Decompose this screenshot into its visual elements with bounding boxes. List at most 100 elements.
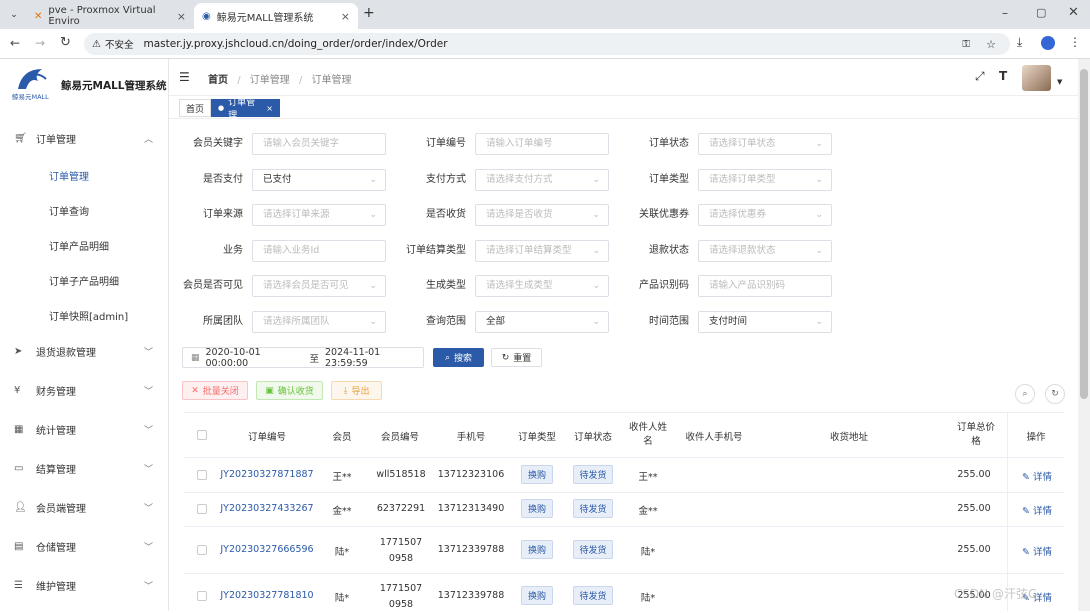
gen-type-select[interactable]: 请选择生成类型 ⌄ xyxy=(475,275,609,297)
tag-home[interactable]: 首页 xyxy=(179,99,212,117)
order-status-badge: 待发货 xyxy=(573,499,613,518)
detail-button[interactable]: ✎ 详情 xyxy=(1017,544,1057,558)
tab-search-button[interactable]: ⌄ xyxy=(6,7,22,23)
reload-icon[interactable]: ↻ xyxy=(60,35,71,50)
order-source-select[interactable]: 请选择订单来源 ⌄ xyxy=(252,204,386,226)
member-cell: 王** xyxy=(332,472,352,483)
browser-tab-pve[interactable]: ✕ pve - Proxmox Virtual Enviro × xyxy=(26,3,194,29)
settlement-type-select[interactable]: 请选择订单结算类型 ⌄ xyxy=(475,240,609,262)
sidebar-item-warehouse[interactable]: ▤ 仓储管理 ﹀ xyxy=(0,527,168,566)
minimize-button[interactable]: – xyxy=(1002,6,1008,20)
close-icon[interactable]: × xyxy=(341,10,350,23)
filter-label: 是否收货 xyxy=(426,209,466,220)
table-row-divider xyxy=(184,526,1064,527)
order-no-link[interactable]: JY20230327666596 xyxy=(217,544,317,555)
new-tab-button[interactable]: + xyxy=(363,5,375,21)
order-type-select[interactable]: 请选择订单类型 ⌄ xyxy=(698,169,832,191)
order-no-input[interactable]: 请输入订单编号 xyxy=(475,133,609,155)
column-header: 订单类型 xyxy=(517,432,556,443)
top-bar: ☰ 首页 / 订单管理 / 订单管理 ⤢ T ▼ xyxy=(169,59,1078,95)
order-no-link[interactable]: JY20230327433267 xyxy=(217,503,317,514)
member-keyword-input[interactable]: 请输入会员关键字 xyxy=(252,133,386,155)
order-no-link[interactable]: JY20230327871887 xyxy=(217,469,317,480)
sidebar-item-order[interactable]: 🛒︎ 订单管理 ︿ xyxy=(0,119,168,158)
filter-label: 产品识别码 xyxy=(639,280,689,291)
breadcrumb-home[interactable]: 首页 xyxy=(208,75,228,86)
sidebar-item-maintenance[interactable]: ☰ 维护管理 ﹀ xyxy=(0,566,168,605)
business-input[interactable]: 请输入业务Id xyxy=(252,240,386,262)
team-select[interactable]: 请选择所属团队 ⌄ xyxy=(252,311,386,333)
sidebar-item-settlement[interactable]: ▭ 结算管理 ﹀ xyxy=(0,449,168,488)
close-icon[interactable]: × xyxy=(177,10,186,23)
reset-button[interactable]: ↻ 重置 xyxy=(491,348,542,367)
chevron-down-icon: ⌄ xyxy=(815,175,823,185)
recipient-cell: 王** xyxy=(638,472,658,483)
row-checkbox[interactable] xyxy=(197,504,207,514)
close-icon[interactable]: × xyxy=(266,104,273,113)
date-range-picker[interactable]: ▦ 2020-10-01 00:00:00 至 2024-11-01 23:59… xyxy=(182,347,424,369)
search-toggle-icon[interactable]: ⌕ xyxy=(1015,384,1035,404)
scrollbar-thumb[interactable] xyxy=(1080,69,1088,399)
detail-button[interactable]: ✎ 详情 xyxy=(1017,503,1057,517)
sidebar-item-member[interactable]: 👤︎ 会员端管理 ﹀ xyxy=(0,488,168,527)
search-button[interactable]: ⌕ 搜索 xyxy=(433,348,484,367)
submenu-item-order-query[interactable]: 订单查询 xyxy=(0,193,168,228)
product-code-input[interactable]: 请输入产品识别码 xyxy=(698,275,832,297)
member-visible-select[interactable]: 请选择会员是否可见 ⌄ xyxy=(252,275,386,297)
pay-method-select[interactable]: 请选择支付方式 ⌄ xyxy=(475,169,609,191)
submenu-item-order-product[interactable]: 订单产品明细 xyxy=(0,228,168,263)
edit-icon: ✎ xyxy=(1022,547,1033,558)
download-icon[interactable]: ⤓ xyxy=(1017,35,1022,50)
tag-order-manage[interactable]: ● 订单管理 × xyxy=(211,98,280,121)
order-status-select[interactable]: 请选择订单状态 ⌄ xyxy=(698,133,832,155)
caret-down-icon[interactable]: ▼ xyxy=(1057,78,1062,86)
close-icon: ✕ xyxy=(191,385,199,396)
order-no-link[interactable]: JY20230327781810 xyxy=(217,590,317,601)
sidebar-item-finance[interactable]: ¥ 财务管理 ﹀ xyxy=(0,371,168,410)
time-range-select[interactable]: 支付时间 ⌄ xyxy=(698,311,832,333)
coupon-select[interactable]: 请选择优惠券 ⌄ xyxy=(698,204,832,226)
avatar[interactable] xyxy=(1022,65,1051,91)
browser-tab-mall[interactable]: ◉ 鲸易元MALL管理系统 × xyxy=(194,3,358,29)
maximize-button[interactable]: ▢ xyxy=(1036,6,1046,19)
page-scrollbar[interactable] xyxy=(1078,59,1090,611)
back-icon[interactable]: ← xyxy=(10,36,20,50)
submenu-item-order-snapshot[interactable]: 订单快照[admin] xyxy=(0,298,168,333)
refund-status-select[interactable]: 请选择退款状态 ⌄ xyxy=(698,240,832,262)
is-received-select[interactable]: 请选择是否收货 ⌄ xyxy=(475,204,609,226)
phone-cell: 13712339788 xyxy=(437,590,505,601)
select-all-checkbox[interactable] xyxy=(197,430,207,440)
filter-label: 订单结算类型 xyxy=(406,245,466,256)
menu-toggle-icon[interactable]: ☰ xyxy=(179,70,190,84)
chevron-down-icon: ⌄ xyxy=(369,175,377,185)
url-field[interactable]: ⚠ 不安全 master.jy.proxy.jshcloud.cn/doing_… xyxy=(84,33,1010,55)
detail-button[interactable]: ✎ 详情 xyxy=(1017,469,1057,483)
forward-icon[interactable]: → xyxy=(35,36,45,50)
sidebar-item-stats[interactable]: ▦ 统计管理 ﹀ xyxy=(0,410,168,449)
star-icon[interactable]: ☆ xyxy=(986,38,996,51)
select-value: 请选择支付方式 xyxy=(486,174,553,185)
font-size-icon[interactable]: T xyxy=(999,69,1007,83)
fullscreen-icon[interactable]: ⤢ xyxy=(975,69,985,84)
refresh-icon[interactable]: ↻ xyxy=(1045,384,1065,404)
window-close-button[interactable]: ✕ xyxy=(1068,5,1079,20)
submenu-item-order-subproduct[interactable]: 订单子产品明细 xyxy=(0,263,168,298)
key-icon[interactable]: ⚿ xyxy=(962,39,970,50)
row-checkbox[interactable] xyxy=(197,591,207,601)
profile-icon[interactable] xyxy=(1041,36,1055,50)
detail-label: 详情 xyxy=(1032,506,1052,517)
submenu-item-order-manage[interactable]: 订单管理 xyxy=(0,158,168,193)
row-checkbox[interactable] xyxy=(197,545,207,555)
sidebar-item-refund[interactable]: ➤ 退货退款管理 ﹀ xyxy=(0,332,168,371)
filter-label: 订单编号 xyxy=(426,138,466,149)
query-scope-select[interactable]: 全部 ⌄ xyxy=(475,311,609,333)
column-header: 订单状态 xyxy=(573,432,612,443)
refresh-icon: ↻ xyxy=(501,352,510,363)
row-checkbox[interactable] xyxy=(197,470,207,480)
menu-dots-icon[interactable]: ⋮ xyxy=(1069,35,1081,49)
is-paid-select[interactable]: 已支付 ⌄ xyxy=(252,169,386,191)
export-button[interactable]: ⤓ 导出 xyxy=(331,381,382,400)
batch-close-button[interactable]: ✕ 批量关闭 xyxy=(182,381,248,400)
table-row-divider xyxy=(184,457,1064,458)
confirm-receipt-button[interactable]: ▣ 确认收货 xyxy=(256,381,323,400)
